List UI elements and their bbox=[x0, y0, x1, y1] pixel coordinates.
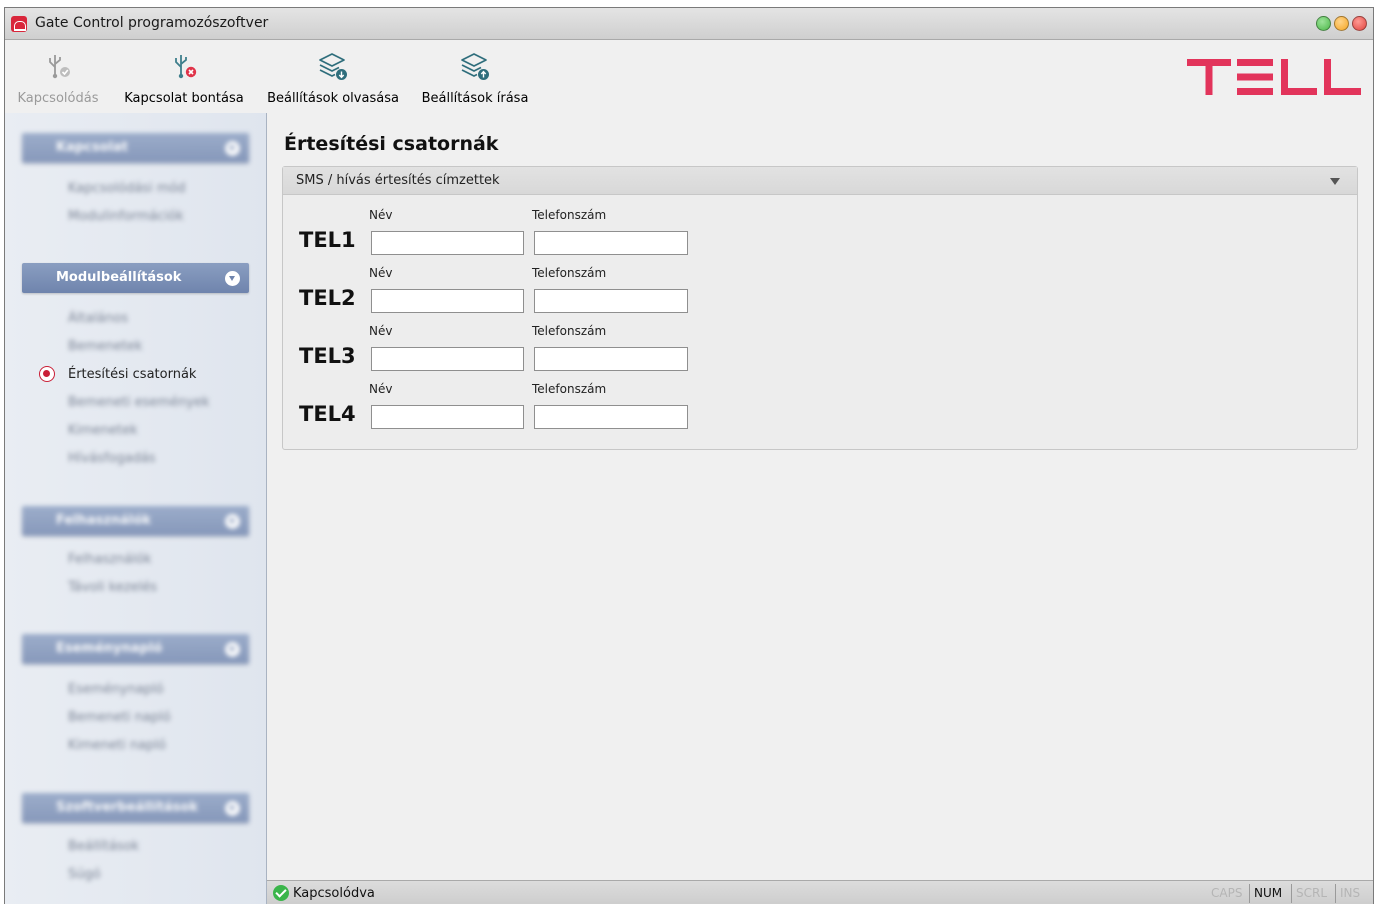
tel3-name-input[interactable] bbox=[371, 347, 524, 371]
name-label: Név bbox=[369, 208, 393, 222]
main-content: Értesítési csatornák SMS / hívás értesít… bbox=[267, 113, 1373, 880]
tel1-name-input[interactable] bbox=[371, 231, 524, 255]
connect-button[interactable]: Kapcsolódás bbox=[13, 41, 103, 113]
tel4-label: TEL4 bbox=[299, 402, 356, 426]
write-settings-label: Beállítások írása bbox=[421, 91, 529, 106]
panel-title: SMS / hívás értesítés címzettek bbox=[296, 173, 500, 188]
usb-connect-icon bbox=[49, 55, 70, 79]
sidebar-group-software-settings[interactable]: Szoftverbeállítások bbox=[22, 793, 249, 823]
tell-logo bbox=[1187, 59, 1361, 95]
status-bar: Kapcsolódva CAPS NUM SCRL INS bbox=[267, 880, 1373, 904]
sidebar-group-module-settings[interactable]: Modulbeállítások bbox=[22, 263, 249, 293]
name-label: Név bbox=[369, 266, 393, 280]
phone-label: Telefonszám bbox=[532, 208, 607, 222]
name-label: Név bbox=[369, 324, 393, 338]
sidebar-item-notification-channels[interactable]: Értesítési csatornák bbox=[68, 367, 196, 382]
sidebar-item-outputs[interactable]: Kimenetek bbox=[68, 423, 138, 438]
scrl-indicator: SCRL bbox=[1291, 884, 1331, 903]
maximize-button[interactable] bbox=[1334, 16, 1349, 31]
close-button[interactable] bbox=[1352, 16, 1367, 31]
app-logo-icon bbox=[11, 16, 27, 32]
connect-label: Kapcsolódás bbox=[17, 91, 99, 106]
sidebar-item-module-info[interactable]: Modulinformációk bbox=[68, 209, 184, 224]
title-bar[interactable]: Gate Control programozószoftver bbox=[5, 8, 1373, 40]
sidebar-item-settings[interactable]: Beállítások bbox=[68, 839, 139, 854]
sidebar-group-connection[interactable]: Kapcsolat bbox=[22, 133, 249, 163]
ins-indicator: INS bbox=[1335, 884, 1364, 903]
connection-status: Kapcsolódva bbox=[293, 886, 375, 901]
layers-write-icon bbox=[461, 53, 489, 80]
caps-indicator: CAPS bbox=[1211, 886, 1243, 900]
toolbar: Kapcsolódás Kapcsolat bontása Beállításo… bbox=[5, 41, 1373, 113]
panel-header[interactable]: SMS / hívás értesítés címzettek bbox=[283, 167, 1357, 195]
collapse-arrow-icon[interactable] bbox=[1330, 178, 1340, 185]
page-title: Értesítési csatornák bbox=[284, 133, 499, 155]
sidebar-group-users[interactable]: Felhasználók bbox=[22, 506, 249, 536]
tel3-label: TEL3 bbox=[299, 344, 356, 368]
tel1-phone-input[interactable] bbox=[534, 231, 688, 255]
disconnect-label: Kapcsolat bontása bbox=[124, 91, 244, 106]
sidebar-group-event-log[interactable]: Eseménynapló bbox=[22, 634, 249, 664]
app-window: Gate Control programozószoftver Kapcsoló… bbox=[4, 7, 1374, 904]
read-settings-button[interactable]: Beállítások olvasása bbox=[263, 41, 403, 113]
check-circle-icon bbox=[273, 885, 289, 901]
disconnect-button[interactable]: Kapcsolat bontása bbox=[120, 41, 248, 113]
window-title: Gate Control programozószoftver bbox=[35, 15, 269, 31]
sidebar-item-users[interactable]: Felhasználók bbox=[68, 552, 151, 567]
sidebar-item-connection-mode[interactable]: Kapcsolódási mód bbox=[68, 181, 186, 196]
read-settings-label: Beállítások olvasása bbox=[267, 91, 399, 106]
phone-label: Telefonszám bbox=[532, 324, 607, 338]
sidebar-item-output-log[interactable]: Kimeneti napló bbox=[68, 738, 166, 753]
chevron-down-icon bbox=[225, 271, 240, 286]
notification-recipients-panel: SMS / hívás értesítés címzettek Név Tele… bbox=[282, 166, 1358, 450]
tel4-name-input[interactable] bbox=[371, 405, 524, 429]
sidebar-item-inputs[interactable]: Bemenetek bbox=[68, 339, 142, 354]
minimize-button[interactable] bbox=[1316, 16, 1331, 31]
write-settings-button[interactable]: Beállítások írása bbox=[415, 41, 535, 113]
sidebar-item-input-events[interactable]: Bemeneti események bbox=[68, 395, 210, 410]
tel3-phone-input[interactable] bbox=[534, 347, 688, 371]
tel2-label: TEL2 bbox=[299, 286, 356, 310]
chevron-down-icon bbox=[225, 141, 240, 156]
window-controls bbox=[1316, 16, 1367, 31]
phone-label: Telefonszám bbox=[532, 382, 607, 396]
usb-disconnect-icon bbox=[175, 55, 197, 79]
chevron-down-icon bbox=[225, 642, 240, 657]
layers-read-icon bbox=[319, 53, 347, 80]
sidebar-item-general[interactable]: Általános bbox=[68, 311, 128, 326]
sidebar-item-input-log[interactable]: Bemeneti napló bbox=[68, 710, 171, 725]
tel2-name-input[interactable] bbox=[371, 289, 524, 313]
tel1-label: TEL1 bbox=[299, 228, 356, 252]
tel4-phone-input[interactable] bbox=[534, 405, 688, 429]
name-label: Név bbox=[369, 382, 393, 396]
num-indicator: NUM bbox=[1249, 884, 1286, 903]
chevron-down-icon bbox=[225, 801, 240, 816]
selected-radio-icon bbox=[39, 366, 55, 382]
sidebar-item-help[interactable]: Súgó bbox=[68, 867, 101, 882]
sidebar: Kapcsolat Kapcsolódási mód Modulinformác… bbox=[5, 113, 267, 904]
phone-label: Telefonszám bbox=[532, 266, 607, 280]
chevron-down-icon bbox=[225, 514, 240, 529]
sidebar-item-remote-control[interactable]: Távoli kezelés bbox=[68, 580, 157, 595]
tel2-phone-input[interactable] bbox=[534, 289, 688, 313]
sidebar-item-call-handling[interactable]: Hívásfogadás bbox=[68, 451, 156, 466]
sidebar-item-event-log[interactable]: Eseménynapló bbox=[68, 682, 164, 697]
